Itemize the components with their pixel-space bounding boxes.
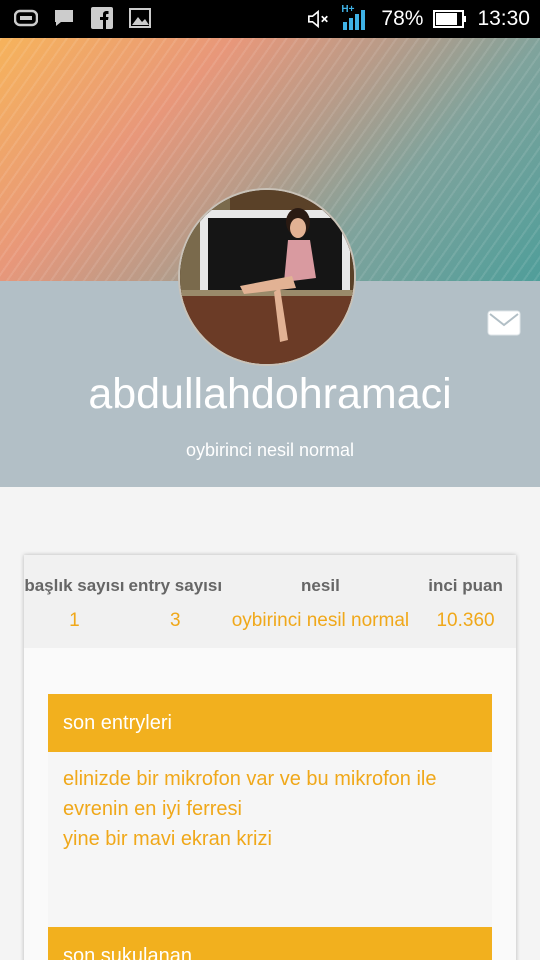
entry-link[interactable]: yine bir mavi ekran krizi xyxy=(63,824,477,854)
stat-value[interactable]: 10.360 xyxy=(415,610,516,632)
mute-icon xyxy=(307,7,331,31)
section-list: elinizde bir mikrofon var ve bu mikrofon… xyxy=(48,752,492,927)
stat-value[interactable]: oybirinci nesil normal xyxy=(226,610,415,632)
mail-icon xyxy=(487,310,521,336)
stat-generation: nesil oybirinci nesil normal xyxy=(226,555,415,648)
image-icon xyxy=(128,6,152,30)
recent-liked-section: son şukulanan xyxy=(48,927,492,960)
profile-card: başlık sayısı 1 entry sayısı 3 nesil oyb… xyxy=(24,555,516,960)
stats-row: başlık sayısı 1 entry sayısı 3 nesil oyb… xyxy=(24,555,516,648)
entry-link[interactable]: elinizde bir mikrofon var ve bu mikrofon… xyxy=(63,764,477,824)
clock: 13:30 xyxy=(477,7,530,30)
facebook-icon xyxy=(90,6,114,30)
section-title: son şukulanan xyxy=(48,927,492,960)
generation-label: oybirinci nesil normal xyxy=(185,440,355,460)
stat-entry-count: entry sayısı 3 xyxy=(125,555,226,648)
section-title: son entryleri xyxy=(48,694,492,752)
recent-entries-section: son entryleri elinizde bir mikrofon var … xyxy=(48,694,492,927)
gamepad-icon xyxy=(14,6,38,30)
send-message-button[interactable] xyxy=(487,310,521,336)
message-icon xyxy=(52,6,76,30)
avatar[interactable] xyxy=(178,188,356,366)
stat-topic-count: başlık sayısı 1 xyxy=(24,555,125,648)
stat-value[interactable]: 3 xyxy=(125,610,226,632)
signal-icon: H+ xyxy=(341,4,371,32)
stat-label: inci puan xyxy=(428,576,503,595)
stat-label: başlık sayısı xyxy=(24,576,125,595)
battery-icon xyxy=(433,7,467,31)
notification-icons xyxy=(14,6,152,30)
stat-label: nesil xyxy=(301,576,340,595)
system-status: H+ 78% 13:30 xyxy=(307,0,530,38)
username: abdullahdohramaci xyxy=(88,370,452,418)
stat-points: inci puan 10.360 xyxy=(415,555,516,648)
battery-percent: 78% xyxy=(381,7,424,30)
stat-value[interactable]: 1 xyxy=(24,610,125,632)
status-bar: H+ 78% 13:30 xyxy=(0,0,540,38)
stat-label: entry sayısı xyxy=(128,576,223,595)
